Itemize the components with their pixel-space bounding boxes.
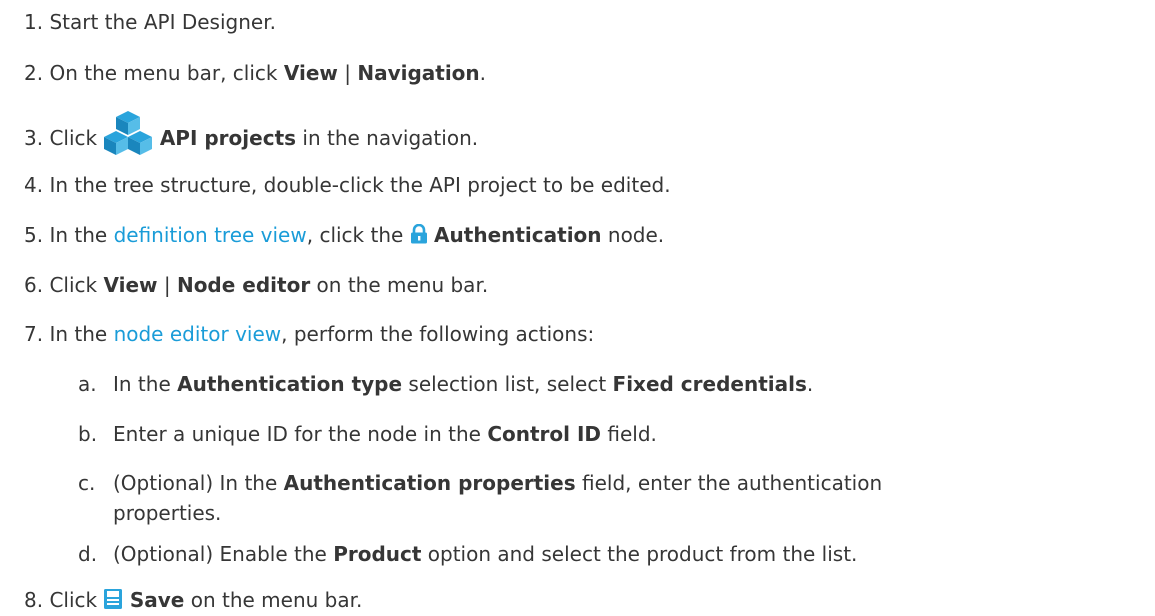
menu-view-label: View (283, 61, 338, 85)
step-text: Click (49, 588, 104, 612)
authentication-type-label: Authentication type (177, 372, 403, 396)
step-3: 3. Click API projects in the navigation. (24, 110, 478, 169)
step-text: On the menu bar, click (49, 61, 284, 85)
separator: | (337, 61, 358, 85)
save-label: Save (129, 588, 185, 612)
step-number: 7. (24, 322, 44, 346)
step-text-end: on the menu bar. (184, 588, 363, 612)
substep-text: (Optional) Enable the (113, 542, 334, 566)
api-projects-label: API projects (159, 126, 297, 150)
authentication-properties-label: Authentication properties (283, 471, 576, 495)
control-id-label: Control ID (487, 422, 602, 446)
step-number: 8. (24, 588, 44, 612)
step-1: 1. Start the API Designer. (24, 10, 276, 34)
step-number: 4. (24, 173, 44, 197)
step-number: 6. (24, 273, 44, 297)
save-disk-icon (103, 588, 123, 615)
step-text: Start the API Designer. (49, 10, 276, 34)
step-text-end: . (479, 61, 487, 85)
substep-d: d. (Optional) Enable the Product option a… (78, 542, 857, 566)
step-number: 1. (24, 10, 44, 34)
substep-text-mid: selection list, select (402, 372, 613, 396)
step-8: 8. Click Save on the menu bar. (24, 588, 362, 615)
step-text-mid: , click the (306, 223, 410, 247)
substep-letter: b. (78, 422, 98, 446)
menu-navigation-label: Navigation (357, 61, 480, 85)
step-text-end: on the menu bar. (310, 273, 489, 297)
step-text: In the tree structure, double-click the … (49, 173, 671, 197)
step-text-end: in the navigation. (296, 126, 479, 150)
substep-letter: c. (78, 471, 96, 495)
product-label: Product (333, 542, 422, 566)
step-2: 2. On the menu bar, click View | Navigat… (24, 61, 486, 85)
step-6: 6. Click View | Node editor on the menu … (24, 273, 488, 297)
step-text-end: node. (601, 223, 665, 247)
substep-text: In the (113, 372, 178, 396)
substep-text: (Optional) In the (113, 471, 284, 495)
substep-b: b. Enter a unique ID for the node in the … (78, 422, 657, 446)
substep-letter: d. (78, 542, 98, 566)
instruction-document: 1. Start the API Designer. 2. On the men… (0, 0, 1155, 616)
menu-node-editor-label: Node editor (176, 273, 311, 297)
step-text: Click (49, 273, 104, 297)
substep-text: Enter a unique ID for the node in the (113, 422, 488, 446)
substep-c: c. (Optional) In the Authentication prope… (78, 471, 882, 495)
step-number: 3. (24, 126, 44, 150)
step-5: 5. In the definition tree view, click th… (24, 223, 664, 249)
lock-icon (410, 223, 428, 249)
step-number: 5. (24, 223, 44, 247)
step-number: 2. (24, 61, 44, 85)
substep-letter: a. (78, 372, 97, 396)
step-text: Click (49, 126, 104, 150)
step-text: In the (49, 322, 114, 346)
authentication-label: Authentication (434, 223, 602, 247)
step-4: 4. In the tree structure, double-click t… (24, 173, 671, 197)
step-text-end: , perform the following actions: (281, 322, 595, 346)
fixed-credentials-label: Fixed credentials (612, 372, 807, 396)
substep-text-end: field, enter the authentication (575, 471, 883, 495)
substep-text-end: option and select the product from the l… (421, 542, 858, 566)
substep-text-end: field. (601, 422, 657, 446)
step-text: In the (49, 223, 114, 247)
api-projects-cubes-icon (103, 110, 153, 169)
separator: | (157, 273, 177, 297)
menu-view-label: View (103, 273, 158, 297)
step-7: 7. In the node editor view, perform the … (24, 322, 594, 346)
definition-tree-view-link[interactable]: definition tree view (114, 223, 307, 247)
node-editor-view-link[interactable]: node editor view (114, 322, 282, 346)
substep-a: a. In the Authentication type selection l… (78, 372, 813, 396)
substep-text-end: . (806, 372, 814, 396)
substep-c-continuation: properties. (113, 501, 222, 525)
